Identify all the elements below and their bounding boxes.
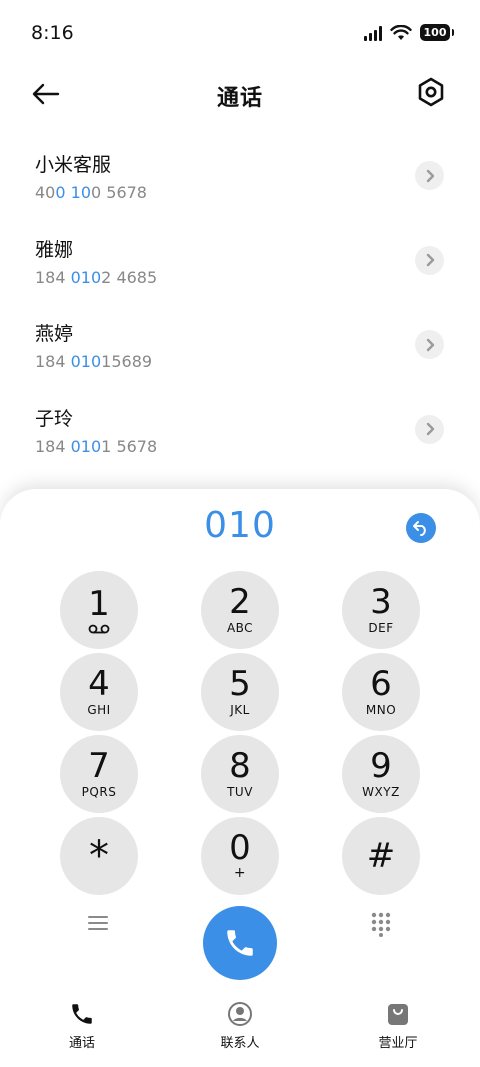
menu-button[interactable] bbox=[86, 913, 112, 937]
settings-button[interactable] bbox=[416, 76, 448, 110]
contact-number: 184 0101 5678 bbox=[35, 436, 158, 456]
phone-icon bbox=[227, 930, 253, 956]
contact-detail-button[interactable] bbox=[415, 161, 444, 190]
contact-name: 燕婷 bbox=[35, 323, 74, 345]
key-letters: + bbox=[233, 865, 247, 881]
key-3[interactable]: 3 DEF bbox=[342, 571, 420, 649]
contact-item[interactable]: 燕婷 184 01015689 bbox=[0, 302, 480, 387]
chevron-right-icon bbox=[426, 253, 434, 267]
key-digit: 0 bbox=[229, 828, 251, 868]
nav-label: 联系人 bbox=[220, 1036, 260, 1051]
key-star[interactable]: * bbox=[60, 817, 138, 895]
dialpad-icon bbox=[371, 912, 391, 937]
key-letters: ABC bbox=[226, 621, 254, 635]
chevron-right-icon bbox=[426, 338, 434, 351]
bottom-nav: 通话 联系人 营业厅 bbox=[0, 989, 480, 1067]
contact-detail-button[interactable] bbox=[415, 414, 444, 444]
key-hash[interactable]: # bbox=[342, 817, 420, 895]
key-letters: DEF bbox=[368, 621, 394, 635]
undo-button[interactable] bbox=[406, 513, 436, 543]
contact-detail-button[interactable] bbox=[415, 245, 444, 275]
contact-name: 小米客服 bbox=[35, 154, 112, 176]
call-button[interactable] bbox=[203, 906, 277, 980]
nav-item-calls[interactable]: 通话 bbox=[22, 1001, 142, 1051]
key-0[interactable]: 0 + bbox=[201, 817, 279, 895]
key-digit: 5 bbox=[229, 664, 251, 704]
nav-item-service-hall[interactable]: 营业厅 bbox=[338, 1001, 458, 1051]
dial-panel: 010 1 2 ABC 3 DEF 4 GHI 5 JKL 6 MNO 7 PQ… bbox=[0, 489, 480, 1067]
contact-number: 184 0102 4685 bbox=[35, 267, 158, 287]
chevron-right-icon bbox=[426, 422, 434, 436]
key-letters: JKL bbox=[230, 703, 250, 717]
page-title: 通话 bbox=[216, 86, 263, 111]
contact-item[interactable]: 雅娜 184 0102 4685 bbox=[0, 218, 480, 303]
hexagon-gear-icon bbox=[418, 77, 444, 107]
key-digit: * bbox=[89, 833, 109, 879]
shopping-bag-icon bbox=[388, 1004, 408, 1025]
key-4[interactable]: 4 GHI bbox=[60, 653, 138, 731]
contact-number: 400 100 5678 bbox=[35, 183, 147, 202]
menu-icon bbox=[88, 916, 108, 930]
key-digit: 7 bbox=[88, 746, 110, 786]
key-digit: 8 bbox=[229, 746, 251, 786]
signal-icon bbox=[364, 25, 382, 41]
key-digit: 1 bbox=[88, 583, 110, 624]
key-digit: 6 bbox=[370, 664, 392, 704]
contact-item[interactable]: 小米客服 400 100 5678 bbox=[0, 133, 480, 218]
key-letters: TUV bbox=[227, 785, 253, 799]
status-bar: 8:16 100 bbox=[0, 0, 480, 68]
contact-number: 184 01015689 bbox=[35, 352, 153, 371]
contact-item[interactable]: 子玲 184 0101 5678 bbox=[0, 387, 480, 472]
key-digit: # bbox=[366, 836, 396, 876]
battery-indicator: 100 bbox=[420, 24, 454, 41]
key-digit: 2 bbox=[229, 582, 251, 622]
phone-icon bbox=[72, 1004, 92, 1024]
dialpad-toggle-button[interactable] bbox=[370, 911, 392, 937]
nav-label: 营业厅 bbox=[378, 1036, 418, 1051]
chevron-right-icon bbox=[426, 169, 434, 182]
contact-detail-button[interactable] bbox=[415, 330, 444, 359]
contact-name: 子玲 bbox=[35, 407, 74, 430]
header: 通话 bbox=[0, 68, 480, 120]
key-letters: MNO bbox=[365, 703, 397, 717]
nav-item-contacts[interactable]: 联系人 bbox=[180, 1001, 300, 1051]
voicemail-icon bbox=[88, 624, 110, 633]
key-7[interactable]: 7 PQRS bbox=[60, 735, 138, 813]
key-6[interactable]: 6 MNO bbox=[342, 653, 420, 731]
nav-label: 通话 bbox=[68, 1036, 95, 1051]
key-8[interactable]: 8 TUV bbox=[201, 735, 279, 813]
wifi-icon bbox=[390, 24, 412, 40]
key-letters: WXYZ bbox=[362, 785, 400, 799]
key-digit: 9 bbox=[370, 746, 392, 786]
key-9[interactable]: 9 WXYZ bbox=[342, 735, 420, 813]
key-digit: 3 bbox=[370, 582, 392, 622]
person-circle-icon bbox=[228, 1002, 252, 1026]
status-icons: 100 bbox=[364, 24, 454, 41]
key-letters: PQRS bbox=[81, 785, 117, 799]
contact-list: 小米客服 400 100 5678 雅娜 184 0102 4685 燕婷 18… bbox=[0, 133, 480, 471]
status-time: 8:16 bbox=[31, 22, 74, 44]
key-2[interactable]: 2 ABC bbox=[201, 571, 279, 649]
key-1[interactable]: 1 bbox=[60, 571, 138, 649]
key-letters: GHI bbox=[87, 703, 111, 717]
key-digit: 4 bbox=[88, 664, 110, 704]
key-5[interactable]: 5 JKL bbox=[201, 653, 279, 731]
undo-arrow-icon bbox=[413, 521, 426, 536]
contact-name: 雅娜 bbox=[35, 238, 74, 261]
